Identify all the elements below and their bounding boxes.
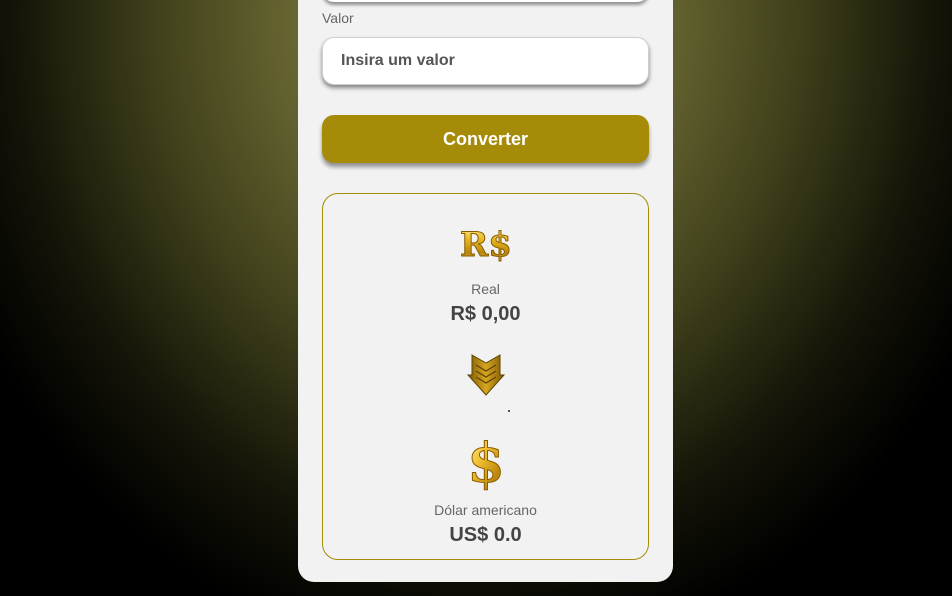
divider-dot (508, 410, 510, 412)
from-currency-amount: R$ 0,00 (450, 303, 521, 325)
to-currency-amount: US$ 0.0 (449, 524, 522, 546)
convert-button[interactable]: Converter (322, 115, 649, 163)
to-currency-name: Dólar americano (434, 502, 537, 518)
converter-card: Valor Converter R$ Real R$ 0,00 (298, 0, 673, 582)
from-currency-name: Real (471, 281, 500, 297)
result-panel: R$ Real R$ 0,00 $ Dólar americano US$ 0.… (322, 193, 649, 560)
value-input[interactable] (322, 37, 649, 85)
dollar-currency-icon: $ (323, 431, 648, 496)
real-currency-icon: R$ (323, 218, 648, 268)
arrow-down-icon (323, 351, 648, 401)
currency-select[interactable] (322, 0, 649, 2)
svg-text:R$: R$ (460, 225, 512, 265)
svg-text:$: $ (467, 432, 505, 492)
value-label: Valor (322, 10, 354, 26)
